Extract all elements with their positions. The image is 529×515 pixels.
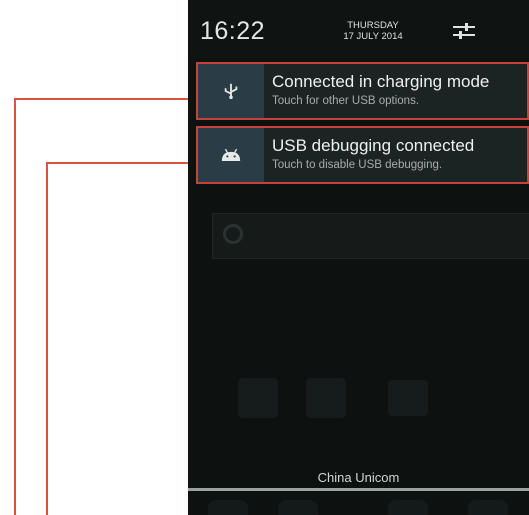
date-display: THURSDAY 17 JULY 2014	[338, 20, 408, 42]
day-label: THURSDAY	[347, 20, 399, 31]
android-debug-icon	[221, 148, 241, 161]
notification-subtitle: Touch for other USB options.	[272, 95, 420, 107]
background-app-icon	[388, 380, 428, 416]
usb-icon	[224, 83, 238, 100]
notification-title: Connected in charging mode	[272, 72, 490, 91]
sliders-icon[interactable]	[452, 22, 476, 40]
date-label: 17 JULY 2014	[343, 31, 403, 42]
background-dock-icon	[388, 500, 428, 515]
notification-icon-tile	[198, 128, 264, 182]
search-icon	[223, 224, 243, 244]
notification-usb-debugging[interactable]: USB debugging connected Touch to disable…	[196, 126, 529, 184]
callout-line-1-horizontal	[14, 98, 196, 100]
callout-line-2-horizontal	[46, 162, 196, 164]
background-app-icon	[238, 378, 278, 418]
background-app-icon	[306, 378, 346, 418]
status-header: 16:22 THURSDAY 17 JULY 2014	[188, 0, 529, 58]
notification-usb-charging[interactable]: Connected in charging mode Touch for oth…	[196, 62, 529, 120]
notification-title: USB debugging connected	[272, 136, 475, 155]
callout-line-2-vertical	[46, 162, 48, 515]
background-dock-icon	[278, 500, 318, 515]
background-search-bar	[212, 213, 529, 259]
background-dock-icon	[208, 500, 248, 515]
notification-shade: 16:22 THURSDAY 17 JULY 2014 Connected in…	[188, 0, 529, 515]
background-dock-icon	[468, 500, 508, 515]
carrier-label: China Unicom	[317, 470, 400, 485]
callout-line-1-vertical	[14, 98, 16, 515]
clock: 16:22	[200, 17, 266, 45]
notification-subtitle: Touch to disable USB debugging.	[272, 159, 443, 171]
notification-icon-tile	[198, 64, 264, 118]
